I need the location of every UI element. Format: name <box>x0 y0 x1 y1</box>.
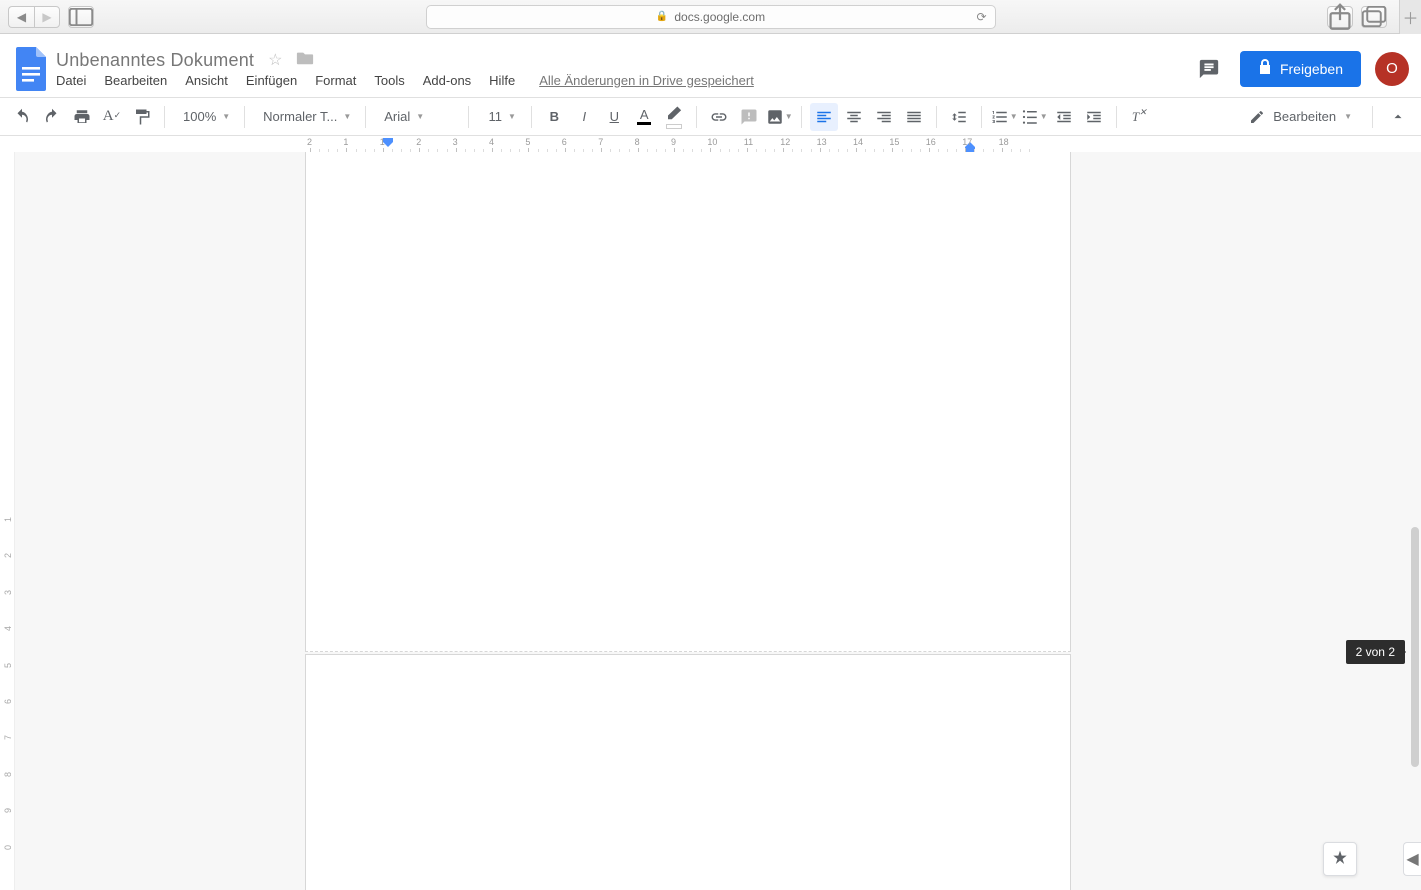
underline-button[interactable]: U <box>600 103 628 131</box>
menu-format[interactable]: Format <box>315 73 356 88</box>
zoom-dropdown[interactable]: 100%▼ <box>173 103 236 131</box>
align-left-button[interactable] <box>810 103 838 131</box>
vertical-ruler[interactable]: 1234567890 <box>0 152 15 890</box>
move-folder-icon[interactable] <box>296 50 314 71</box>
pencil-icon <box>1249 109 1265 125</box>
undo-button[interactable] <box>8 103 36 131</box>
document-title[interactable]: Unbenanntes Dokument <box>56 50 254 71</box>
share-button[interactable]: Freigeben <box>1240 51 1361 87</box>
document-canvas: 1234567890 2 von 2 ◀ <box>0 152 1421 890</box>
page-1[interactable] <box>305 152 1071 652</box>
menu-bar: Datei Bearbeiten Ansicht Einfügen Format… <box>56 73 754 88</box>
explore-button[interactable] <box>1323 842 1357 876</box>
menu-insert[interactable]: Einfügen <box>246 73 297 88</box>
collapse-toolbar-button[interactable] <box>1383 102 1413 132</box>
numbered-list-button[interactable]: ▼ <box>990 103 1018 131</box>
menu-tools[interactable]: Tools <box>374 73 404 88</box>
lock-icon: 🔒 <box>656 11 668 22</box>
font-family-dropdown[interactable]: Arial▼ <box>374 103 460 131</box>
insert-comment-button[interactable] <box>735 103 763 131</box>
tabs-overview-button[interactable] <box>1361 6 1387 28</box>
browser-toolbar: ◀ ▶ 🔒 docs.google.com ⟳ ＋ <box>0 0 1421 34</box>
italic-button[interactable]: I <box>570 103 598 131</box>
page-2[interactable] <box>305 654 1071 890</box>
menu-addons[interactable]: Add-ons <box>423 73 471 88</box>
insert-link-button[interactable] <box>705 103 733 131</box>
clear-formatting-button[interactable]: T✕ <box>1125 103 1153 131</box>
address-bar[interactable]: 🔒 docs.google.com ⟳ <box>426 5 996 29</box>
save-status[interactable]: Alle Änderungen in Drive gespeichert <box>539 73 754 88</box>
paragraph-style-dropdown[interactable]: Normaler T...▼ <box>253 103 357 131</box>
docs-home-button[interactable] <box>12 42 52 96</box>
decrease-indent-button[interactable] <box>1050 103 1078 131</box>
line-spacing-button[interactable] <box>945 103 973 131</box>
editing-mode-label: Bearbeiten <box>1273 109 1336 124</box>
menu-help[interactable]: Hilfe <box>489 73 515 88</box>
lock-icon <box>1258 59 1272 78</box>
url-text: docs.google.com <box>674 10 765 24</box>
account-avatar[interactable]: O <box>1375 52 1409 86</box>
bold-button[interactable]: B <box>540 103 568 131</box>
editing-mode-dropdown[interactable]: Bearbeiten ▼ <box>1239 102 1362 132</box>
star-icon[interactable]: ☆ <box>268 50 282 70</box>
share-browser-button[interactable] <box>1327 6 1353 28</box>
increase-indent-button[interactable] <box>1080 103 1108 131</box>
nav-back-button[interactable]: ◀ <box>8 6 34 28</box>
nav-forward-button[interactable]: ▶ <box>34 6 60 28</box>
align-justify-button[interactable] <box>900 103 928 131</box>
page-indicator-tooltip: 2 von 2 <box>1346 640 1405 664</box>
spellcheck-button[interactable]: A✓ <box>98 103 126 131</box>
docs-header: Unbenanntes Dokument ☆ Datei Bearbeiten … <box>0 34 1421 98</box>
new-tab-button[interactable]: ＋ <box>1399 0 1421 34</box>
show-side-panel-button[interactable]: ◀ <box>1403 842 1421 876</box>
formatting-toolbar: A✓ 100%▼ Normaler T...▼ Arial▼ 11▼ B I U… <box>0 98 1421 136</box>
redo-button[interactable] <box>38 103 66 131</box>
bulleted-list-button[interactable]: ▼ <box>1020 103 1048 131</box>
sidebar-toggle-button[interactable] <box>68 6 94 28</box>
text-color-button[interactable]: A <box>630 103 658 131</box>
scrollbar-thumb[interactable] <box>1411 527 1419 767</box>
highlight-color-button[interactable] <box>660 103 688 131</box>
font-size-dropdown[interactable]: 11▼ <box>477 103 523 131</box>
horizontal-ruler[interactable]: 21123456789101112131415161718 <box>0 136 1421 152</box>
menu-file[interactable]: Datei <box>56 73 86 88</box>
print-button[interactable] <box>68 103 96 131</box>
reload-icon[interactable]: ⟳ <box>976 10 986 24</box>
share-label: Freigeben <box>1280 61 1343 77</box>
align-center-button[interactable] <box>840 103 868 131</box>
paint-format-button[interactable] <box>128 103 156 131</box>
open-comments-button[interactable] <box>1192 52 1226 86</box>
menu-view[interactable]: Ansicht <box>185 73 228 88</box>
menu-edit[interactable]: Bearbeiten <box>104 73 167 88</box>
insert-image-button[interactable]: ▼ <box>765 103 793 131</box>
avatar-initial: O <box>1386 60 1398 77</box>
align-right-button[interactable] <box>870 103 898 131</box>
